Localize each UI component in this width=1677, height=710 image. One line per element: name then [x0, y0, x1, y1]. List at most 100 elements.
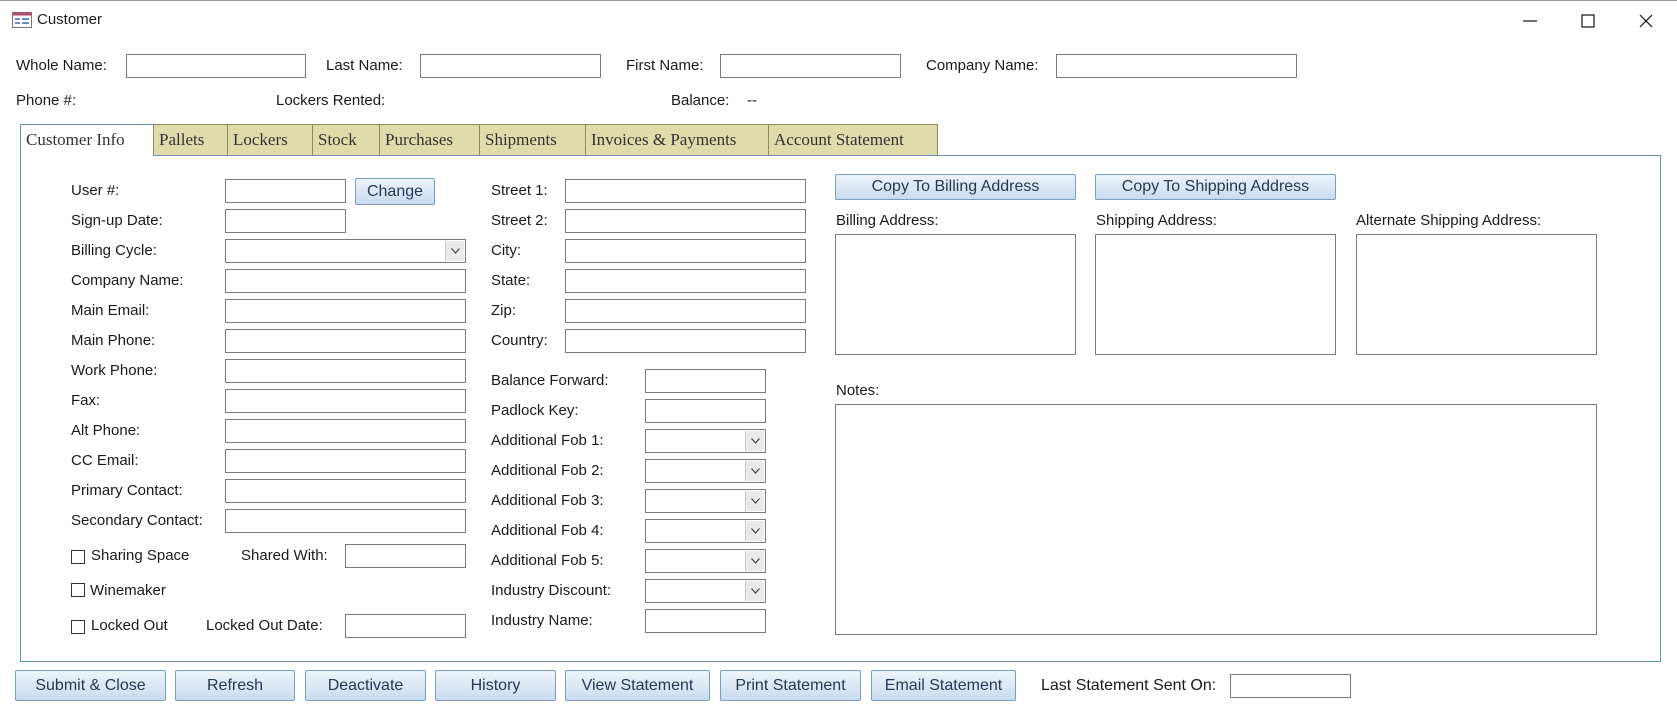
city-input[interactable] — [565, 239, 806, 263]
tab-lockers[interactable]: Lockers — [227, 124, 313, 155]
copy-to-shipping-button[interactable]: Copy To Shipping Address — [1095, 174, 1336, 200]
change-button[interactable]: Change — [355, 178, 435, 205]
last-name-label: Last Name: — [326, 57, 403, 74]
chevron-down-icon — [751, 498, 760, 504]
company-name-input-2[interactable] — [225, 269, 466, 293]
secondary-contact-input[interactable] — [225, 509, 466, 533]
maximize-button[interactable] — [1578, 11, 1598, 31]
sharing-space-checkbox[interactable] — [71, 550, 85, 564]
shared-with-label: Shared With: — [241, 547, 328, 564]
tab-stock[interactable]: Stock — [312, 124, 380, 155]
alt-shipping-address-textarea[interactable] — [1356, 234, 1597, 355]
signup-date-input[interactable] — [225, 209, 346, 233]
minimize-button[interactable] — [1520, 11, 1540, 31]
padlock-key-input[interactable] — [645, 399, 766, 423]
fob4-select[interactable] — [645, 519, 766, 543]
main-email-input[interactable] — [225, 299, 466, 323]
sharing-space-label: Sharing Space — [91, 547, 190, 564]
fob1-label: Additional Fob 1: — [491, 432, 604, 449]
street1-input[interactable] — [565, 179, 806, 203]
tab-account-statement[interactable]: Account Statement — [768, 124, 938, 155]
country-input[interactable] — [565, 329, 806, 353]
alt-phone-input[interactable] — [225, 419, 466, 443]
main-phone-input[interactable] — [225, 329, 466, 353]
work-phone-input[interactable] — [225, 359, 466, 383]
alt-shipping-address-label: Alternate Shipping Address: — [1356, 212, 1542, 229]
history-button[interactable]: History — [435, 670, 556, 701]
notes-textarea[interactable] — [835, 404, 1597, 635]
view-statement-button[interactable]: View Statement — [565, 670, 710, 701]
first-name-label: First Name: — [626, 57, 704, 74]
fob4-label: Additional Fob 4: — [491, 522, 604, 539]
industry-name-input[interactable] — [645, 609, 766, 633]
cc-email-input[interactable] — [225, 449, 466, 473]
cc-email-label: CC Email: — [71, 452, 139, 469]
print-statement-button[interactable]: Print Statement — [720, 670, 861, 701]
billing-address-textarea[interactable] — [835, 234, 1076, 355]
zip-label: Zip: — [491, 302, 517, 319]
chevron-down-icon — [451, 248, 460, 254]
whole-name-input[interactable] — [126, 54, 306, 78]
street2-label: Street 2: — [491, 212, 548, 229]
tab-customer-info[interactable]: Customer Info — [20, 124, 154, 156]
chevron-down-icon — [751, 588, 760, 594]
tab-shipments[interactable]: Shipments — [479, 124, 586, 155]
balance-value: -- — [747, 92, 757, 109]
street1-label: Street 1: — [491, 182, 548, 199]
close-button[interactable] — [1636, 11, 1656, 31]
fob2-select[interactable] — [645, 459, 766, 483]
copy-to-billing-button[interactable]: Copy To Billing Address — [835, 174, 1076, 200]
industry-name-label: Industry Name: — [491, 612, 593, 629]
shared-with-input[interactable] — [345, 544, 466, 568]
chevron-down-icon — [751, 558, 760, 564]
tab-purchases[interactable]: Purchases — [379, 124, 480, 155]
winemaker-label: Winemaker — [90, 582, 166, 599]
secondary-contact-label: Secondary Contact: — [71, 512, 203, 529]
last-statement-label: Last Statement Sent On: — [1041, 677, 1217, 694]
zip-input[interactable] — [565, 299, 806, 323]
balance-forward-input[interactable] — [645, 369, 766, 393]
deactivate-button[interactable]: Deactivate — [305, 670, 426, 701]
email-statement-button[interactable]: Email Statement — [871, 670, 1016, 701]
city-label: City: — [491, 242, 521, 259]
industry-discount-select[interactable] — [645, 579, 766, 603]
state-label: State: — [491, 272, 531, 289]
last-statement-input[interactable] — [1230, 674, 1351, 698]
primary-contact-input[interactable] — [225, 479, 466, 503]
user-no-input[interactable] — [225, 179, 346, 203]
minimize-icon — [1523, 20, 1537, 22]
locked-out-date-input[interactable] — [345, 614, 466, 638]
country-label: Country: — [491, 332, 548, 349]
shipping-address-textarea[interactable] — [1095, 234, 1336, 355]
billing-cycle-select[interactable] — [225, 239, 466, 263]
tab-pallets[interactable]: Pallets — [153, 124, 228, 155]
first-name-input[interactable] — [720, 54, 901, 78]
phone-label: Phone #: — [16, 92, 77, 109]
fob3-select[interactable] — [645, 489, 766, 513]
fax-input[interactable] — [225, 389, 466, 413]
locked-out-checkbox[interactable] — [71, 620, 85, 634]
fob1-select[interactable] — [645, 429, 766, 453]
fax-label: Fax: — [71, 392, 101, 409]
company-name-input[interactable] — [1056, 54, 1297, 78]
company-name-label-2: Company Name: — [71, 272, 184, 289]
street2-input[interactable] — [565, 209, 806, 233]
whole-name-label: Whole Name: — [16, 57, 107, 74]
primary-contact-label: Primary Contact: — [71, 482, 183, 499]
last-name-input[interactable] — [420, 54, 601, 78]
user-no-label: User #: — [71, 182, 120, 199]
fob5-select[interactable] — [645, 549, 766, 573]
chevron-down-icon — [751, 468, 760, 474]
state-input[interactable] — [565, 269, 806, 293]
chevron-down-icon — [751, 438, 760, 444]
locked-out-date-label: Locked Out Date: — [206, 617, 323, 634]
window-title: Customer — [37, 11, 103, 28]
winemaker-checkbox[interactable] — [71, 583, 85, 597]
title-bar: Customer — [0, 0, 1677, 38]
balance-label: Balance: — [671, 92, 730, 109]
close-icon — [1639, 14, 1653, 28]
refresh-button[interactable]: Refresh — [175, 670, 295, 701]
tab-invoices-payments[interactable]: Invoices & Payments — [585, 124, 769, 155]
submit-close-button[interactable]: Submit & Close — [15, 670, 166, 701]
billing-address-label: Billing Address: — [836, 212, 939, 229]
